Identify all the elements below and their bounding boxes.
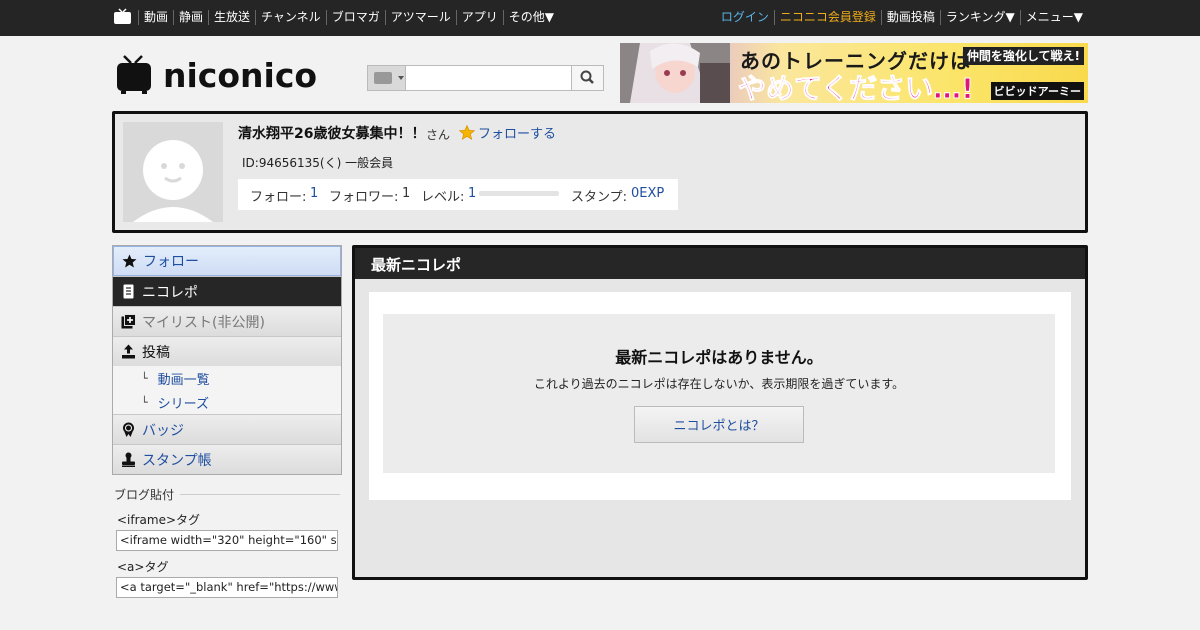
- level-progress-bar: [479, 191, 559, 196]
- sidebar-item-label: マイリスト(非公開): [142, 314, 265, 331]
- search-button[interactable]: [571, 66, 603, 90]
- niconico-logo[interactable]: niconico: [115, 55, 355, 95]
- topbar-item-blomaga[interactable]: ブロマガ: [325, 10, 385, 25]
- sidebar-item-posts[interactable]: 投稿: [113, 336, 341, 366]
- sidebar-item-label: フォロー: [143, 254, 199, 270]
- niconico-tv-icon[interactable]: [113, 8, 132, 25]
- sidebar-item-nicorepo[interactable]: ニコレポ: [113, 276, 341, 306]
- avatar: [123, 122, 223, 222]
- topbar-item-atsumaru[interactable]: アツマール: [384, 10, 456, 25]
- document-icon: [123, 284, 134, 299]
- topbar-item-seiga[interactable]: 静画: [173, 10, 208, 25]
- user-name: 清水翔平26歳彼女募集中！！: [238, 126, 426, 142]
- search-box: [367, 65, 604, 91]
- anchor-tag-field[interactable]: <a target="_blank" href="https://www.nic…: [116, 577, 338, 598]
- what-is-nicorepo-button[interactable]: ニコレポとは？: [634, 406, 804, 443]
- tv-mini-icon: [374, 72, 392, 84]
- panel-title: 最新ニコレポ: [355, 248, 1085, 279]
- follow-count-label: フォロー:: [250, 190, 307, 205]
- mylist-add-icon: [121, 314, 136, 329]
- top-navigation-bar: 動画 静画 生放送 チャンネル ブロマガ アツマール アプリ その他▼ ログイン…: [0, 0, 1200, 36]
- ranking-menu[interactable]: ランキング▼: [939, 10, 1020, 25]
- sidebar-item-label: 投稿: [142, 344, 170, 361]
- search-input[interactable]: [407, 66, 572, 90]
- user-id: ID:94656135(く) 一般会員: [242, 156, 394, 170]
- follow-count[interactable]: 1: [310, 186, 318, 201]
- tree-branch-icon: └: [141, 371, 148, 385]
- search-type-dropdown[interactable]: [368, 66, 406, 90]
- topbar-item-live[interactable]: 生放送: [208, 10, 255, 25]
- user-honorific: さん: [426, 128, 451, 142]
- sidebar-item-label: バッジ: [142, 422, 184, 439]
- ad-character-image: [620, 43, 730, 103]
- level-label: レベル:: [421, 190, 465, 205]
- sidebar-item-label: スタンプ帳: [142, 452, 212, 469]
- empty-state-description: これより過去のニコレポは存在しないか、表示期限を過ぎています。: [533, 377, 905, 391]
- logo-text: niconico: [163, 56, 317, 95]
- follower-count: 1: [402, 186, 411, 201]
- follow-user-label: フォローする: [478, 127, 557, 142]
- sidebar-item-mylist[interactable]: マイリスト(非公開): [113, 306, 341, 336]
- tree-branch-icon: └: [141, 395, 148, 409]
- stamp-label: スタンプ:: [571, 190, 627, 205]
- sidebar-item-label: ニコレポ: [142, 284, 198, 301]
- login-link[interactable]: ログイン: [716, 10, 774, 25]
- sidebar-subitem-label: シリーズ: [157, 396, 209, 412]
- topbar-item-channel[interactable]: チャンネル: [255, 10, 326, 25]
- topbar-item-app[interactable]: アプリ: [455, 10, 503, 25]
- sidebar-subitem-series[interactable]: └ シリーズ: [113, 390, 341, 414]
- level-value[interactable]: 1: [468, 186, 476, 201]
- anchor-tag-label: <a>タグ: [117, 560, 169, 574]
- follow-user-button[interactable]: フォローする: [459, 123, 556, 142]
- blog-embed-heading: ブログ貼付: [114, 486, 340, 503]
- upload-video-link[interactable]: 動画投稿: [880, 10, 940, 25]
- sidebar-subitem-label: 動画一覧: [157, 372, 210, 388]
- sidebar-item-follow[interactable]: フォロー: [113, 246, 341, 276]
- topbar-left-menu: 動画 静画 生放送 チャンネル ブロマガ アツマール アプリ その他▼: [138, 10, 559, 25]
- sidebar-item-stamps[interactable]: スタンプ帳: [113, 444, 341, 474]
- default-avatar-icon: [133, 140, 213, 222]
- divider: [180, 494, 340, 495]
- search-icon: [580, 70, 594, 84]
- topbar-item-other[interactable]: その他▼: [502, 10, 559, 25]
- ad-banner[interactable]: あのトレーニングだけは やめてください…! 仲間を強化して戦え! ビビッドアーミ…: [620, 43, 1088, 103]
- user-profile-card: 清水翔平26歳彼女募集中！！ さん フォローする ID:94656135(く) …: [112, 111, 1088, 233]
- stamp-exp[interactable]: 0EXP: [631, 186, 664, 201]
- empty-state: 最新ニコレポはありません。 これより過去のニコレポは存在しないか、表示期限を過ぎ…: [383, 314, 1055, 473]
- star-icon: [122, 254, 137, 268]
- register-link[interactable]: ニコニコ会員登録: [773, 10, 881, 25]
- user-page-sidebar: フォロー ニコレポ マイリスト(非公開) 投稿 └ 動画一覧 └ シリーズ バッ…: [112, 245, 342, 475]
- sidebar-item-badge[interactable]: バッジ: [113, 414, 341, 444]
- topbar-item-video[interactable]: 動画: [138, 10, 173, 25]
- stamp-icon: [122, 452, 135, 467]
- upload-icon: [122, 344, 135, 359]
- nicorepo-panel: 最新ニコレポ 最新ニコレポはありません。 これより過去のニコレポは存在しないか、…: [352, 245, 1088, 580]
- sidebar-subitem-videos[interactable]: └ 動画一覧: [113, 366, 341, 390]
- ad-badge: 仲間を強化して戦え!: [962, 47, 1084, 65]
- main-menu[interactable]: メニュー▼: [1019, 10, 1088, 25]
- star-icon: [459, 125, 475, 140]
- iframe-tag-label: <iframe>タグ: [117, 513, 201, 527]
- ad-catchphrase: やめてください…!: [738, 72, 975, 104]
- topbar-right-menu: ログイン ニコニコ会員登録 動画投稿 ランキング▼ メニュー▼: [716, 10, 1088, 25]
- user-stats: フォロー: 1 フォロワー: 1 レベル: 1 スタンプ: 0EXP: [238, 179, 678, 210]
- ad-brand: ビビッドアーミー: [990, 82, 1084, 100]
- panel-content: 最新ニコレポはありません。 これより過去のニコレポは存在しないか、表示期限を過ぎ…: [369, 292, 1071, 500]
- badge-medal-icon: [123, 422, 134, 437]
- iframe-tag-field[interactable]: <iframe width="320" height="160" src="ht…: [116, 530, 338, 551]
- blog-embed-title: ブログ貼付: [114, 488, 175, 502]
- empty-state-title: 最新ニコレポはありません。: [615, 348, 823, 367]
- dropdown-arrow-icon: [398, 76, 404, 80]
- follower-count-label: フォロワー:: [329, 190, 399, 205]
